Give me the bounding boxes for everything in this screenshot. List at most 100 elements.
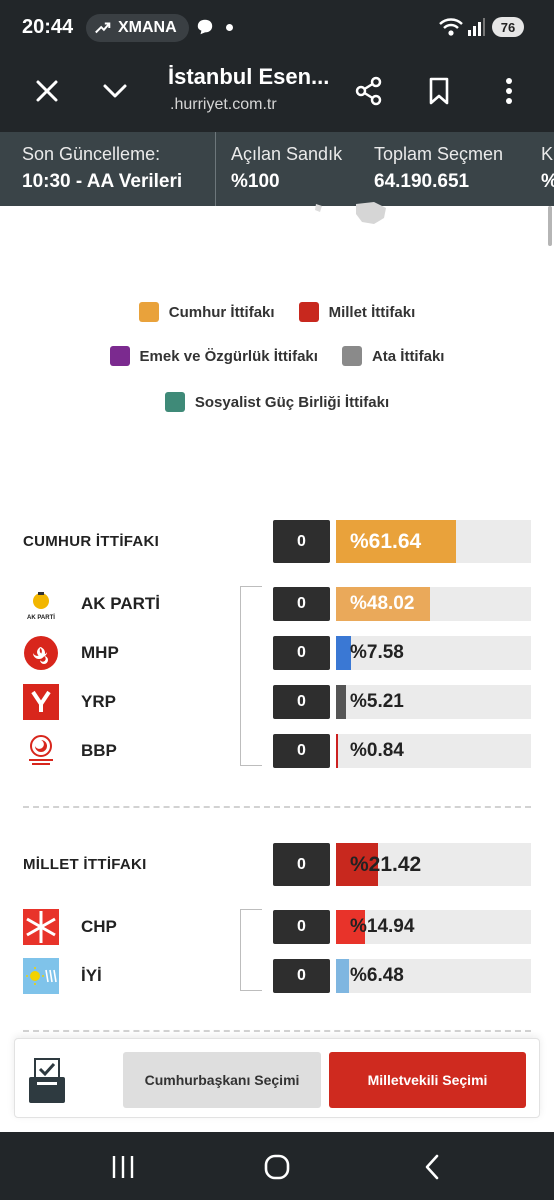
trend-pill: XMANA — [86, 14, 189, 42]
legend-item-ata: Ata İttifakı — [341, 346, 445, 366]
svg-text:AK PARTİ: AK PARTİ — [27, 614, 55, 621]
chevron-down-icon[interactable] — [100, 76, 130, 106]
party-percent: %6.48 — [350, 965, 404, 986]
alliance-seat-count: 0 — [273, 843, 330, 886]
party-bar: %0.84 — [336, 734, 531, 768]
alliance-bar: %61.64 — [336, 520, 531, 563]
yrp-logo-icon — [23, 684, 59, 720]
info-truncated: K % — [541, 144, 554, 193]
info-label: K — [541, 144, 554, 164]
party-percent: %0.84 — [350, 740, 404, 761]
party-group-bracket — [240, 909, 262, 991]
legend-label: Millet İttifakı — [328, 303, 416, 321]
scrollbar-thumb[interactable] — [548, 206, 552, 246]
alliance-bar: %21.42 — [336, 843, 531, 886]
legend-label: Sosyalist Güç Birliği İttifakı — [194, 393, 390, 411]
alliance-name-cumhur: CUMHUR İTTİFAKI — [23, 533, 160, 550]
battery-icon: 76 — [492, 17, 524, 37]
legend-label: Emek ve Özgürlük İttifakı — [139, 347, 318, 365]
section-divider — [23, 806, 531, 808]
chat-bubble-icon — [197, 19, 213, 35]
close-icon[interactable] — [32, 76, 62, 106]
party-name: BBP — [81, 741, 117, 760]
party-group-bracket — [240, 586, 262, 766]
party-percent: %7.58 — [350, 642, 404, 663]
trend-label: XMANA — [118, 19, 177, 36]
info-total-voters: Toplam Seçmen 64.190.651 — [374, 144, 503, 193]
parliamentary-election-button[interactable]: Milletvekili Seçimi — [329, 1052, 526, 1108]
party-bar-fill — [336, 685, 347, 719]
legend-swatch — [138, 302, 159, 322]
more-vert-icon[interactable] — [494, 76, 524, 106]
info-value: %100 — [231, 171, 280, 192]
alliance-seat-count: 0 — [273, 520, 330, 563]
party-name: CHP — [81, 917, 117, 936]
share-icon[interactable] — [354, 76, 384, 106]
election-info-strip: Son Güncelleme: 10:30 - AA Verileri Açıl… — [0, 132, 554, 206]
notification-dot — [226, 24, 233, 31]
alliance-percent: %21.42 — [350, 852, 422, 876]
info-separator — [215, 132, 216, 206]
party-name: İYİ — [81, 966, 102, 985]
recent-apps-icon[interactable] — [108, 1152, 138, 1182]
home-icon[interactable] — [262, 1152, 292, 1182]
bookmark-icon[interactable] — [424, 76, 454, 106]
election-type-switcher: Cumhurbaşkanı Seçimi Milletvekili Seçimi — [14, 1038, 540, 1118]
party-bar-fill — [336, 959, 349, 993]
browser-toolbar: İstanbul Esen... .hurriyet.com.tr — [0, 54, 554, 132]
party-name: AK PARTİ — [81, 594, 161, 613]
legend-swatch — [109, 346, 130, 366]
legend-row-3: Sosyalist Güç Birliği İttifakı — [0, 392, 554, 412]
ballot-box-icon — [29, 1058, 65, 1103]
legend-swatch — [298, 302, 319, 322]
info-opened-boxes: Açılan Sandık %100 — [231, 144, 342, 193]
ak-parti-logo-icon: AK PARTİ — [27, 592, 55, 621]
trending-up-icon — [95, 22, 111, 34]
party-seat-count: 0 — [273, 587, 330, 621]
party-seat-count: 0 — [273, 910, 330, 944]
party-name: MHP — [81, 643, 119, 662]
legend-item-millet: Millet İttifakı — [298, 302, 416, 322]
party-seat-count: 0 — [273, 959, 330, 993]
mhp-logo-icon — [24, 636, 58, 670]
legend-item-emek: Emek ve Özgürlük İttifakı — [109, 346, 318, 366]
legend-swatch — [341, 346, 362, 366]
info-label: Son Güncelleme: — [22, 144, 161, 164]
party-seat-count: 0 — [273, 685, 330, 719]
legend-label: Ata İttifakı — [371, 347, 445, 365]
alliance-name-millet: MİLLET İTTİFAKI — [23, 856, 147, 873]
info-value: 10:30 - AA Verileri — [22, 171, 183, 192]
bbp-logo-icon — [29, 735, 53, 765]
page-url[interactable]: .hurriyet.com.tr — [170, 96, 277, 114]
party-seat-count: 0 — [273, 734, 330, 768]
party-bar: %14.94 — [336, 910, 531, 944]
party-bar: %7.58 — [336, 636, 531, 670]
party-percent: %48.02 — [350, 593, 415, 614]
info-label: Açılan Sandık — [231, 144, 343, 164]
party-bar-fill — [336, 636, 351, 670]
section-divider — [23, 1030, 531, 1032]
party-percent: %5.21 — [350, 691, 404, 712]
info-last-update: Son Güncelleme: 10:30 - AA Verileri — [22, 144, 182, 193]
back-icon[interactable] — [418, 1152, 448, 1182]
map-fragment — [315, 202, 386, 224]
presidential-election-button[interactable]: Cumhurbaşkanı Seçimi — [123, 1052, 321, 1108]
system-nav-bar — [0, 1132, 554, 1200]
legend-label: Cumhur İttifakı — [168, 303, 275, 321]
legend-row-2: Emek ve Özgürlük İttifakı Ata İttifakı — [0, 346, 554, 366]
legend-item-cumhur: Cumhur İttifakı — [138, 302, 275, 322]
page-title[interactable]: İstanbul Esen... — [168, 64, 329, 90]
status-bar: 20:44 XMANA 76 — [0, 0, 554, 54]
alliance-percent: %61.64 — [350, 529, 422, 553]
legend-item-sosyalist: Sosyalist Güç Birliği İttifakı — [164, 392, 390, 412]
iyi-logo-icon — [23, 958, 59, 994]
party-bar: %5.21 — [336, 685, 531, 719]
party-bar-fill — [336, 734, 338, 768]
wifi-icon — [439, 18, 463, 36]
legend-swatch — [164, 392, 185, 412]
chp-logo-icon — [23, 909, 59, 945]
info-value: % — [541, 171, 554, 193]
party-bar: %6.48 — [336, 959, 531, 993]
info-label: Toplam Seçmen — [374, 144, 504, 164]
party-bar: %48.02 — [336, 587, 531, 621]
